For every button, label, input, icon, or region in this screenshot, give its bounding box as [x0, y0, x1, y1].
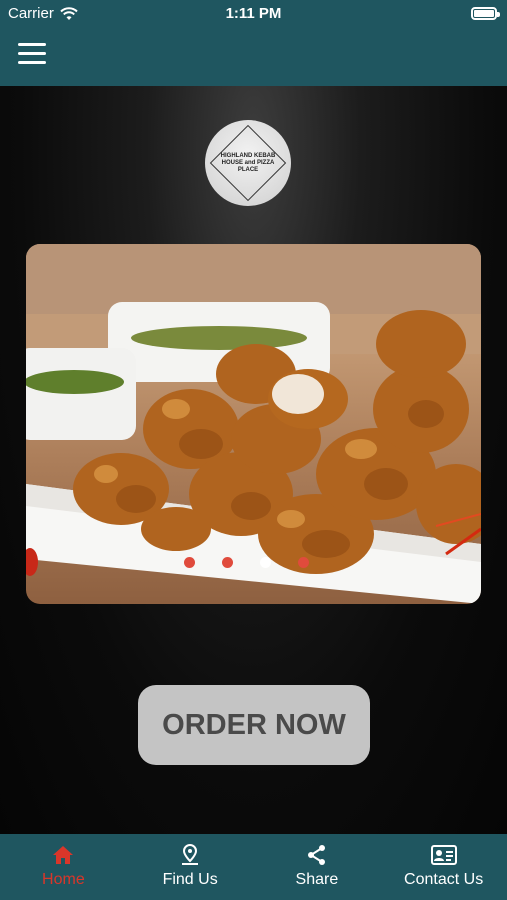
slider-dot[interactable] [222, 557, 233, 568]
tab-home-label: Home [42, 871, 85, 888]
slider-dot[interactable] [184, 557, 195, 568]
battery-icon [471, 7, 500, 20]
slider-dot[interactable] [298, 557, 309, 568]
status-bar: Carrier 1:11 PM [0, 0, 507, 28]
tab-find-us[interactable]: Find Us [127, 834, 254, 900]
tab-contact-us-label: Contact Us [404, 871, 484, 888]
share-icon [307, 845, 325, 865]
tab-share-label: Share [295, 871, 339, 888]
tab-home[interactable]: Home [0, 834, 127, 900]
bottom-tab-bar: Home Find Us Share Contact Us [0, 834, 507, 900]
hamburger-menu-icon[interactable] [18, 43, 46, 67]
logo-text: HIGHLAND KEBAB HOUSE and PIZZA PLACE [220, 152, 276, 173]
slider-pagination [26, 557, 481, 568]
restaurant-logo: HIGHLAND KEBAB HOUSE and PIZZA PLACE [205, 120, 291, 206]
tab-contact-us[interactable]: Contact Us [380, 834, 507, 900]
main-content: HIGHLAND KEBAB HOUSE and PIZZA PLACE ORD… [0, 86, 507, 834]
tab-share[interactable]: Share [254, 834, 381, 900]
tab-find-us-label: Find Us [162, 871, 218, 888]
app-header: Carrier 1:11 PM [0, 0, 507, 86]
food-photo [26, 244, 481, 604]
contact-card-icon [430, 845, 457, 865]
image-slider[interactable] [26, 244, 481, 604]
order-now-button[interactable]: ORDER NOW [138, 685, 370, 765]
home-icon [53, 846, 74, 864]
location-pin-icon [182, 843, 199, 865]
slider-dot-active[interactable] [260, 557, 271, 568]
clock: 1:11 PM [225, 5, 282, 22]
